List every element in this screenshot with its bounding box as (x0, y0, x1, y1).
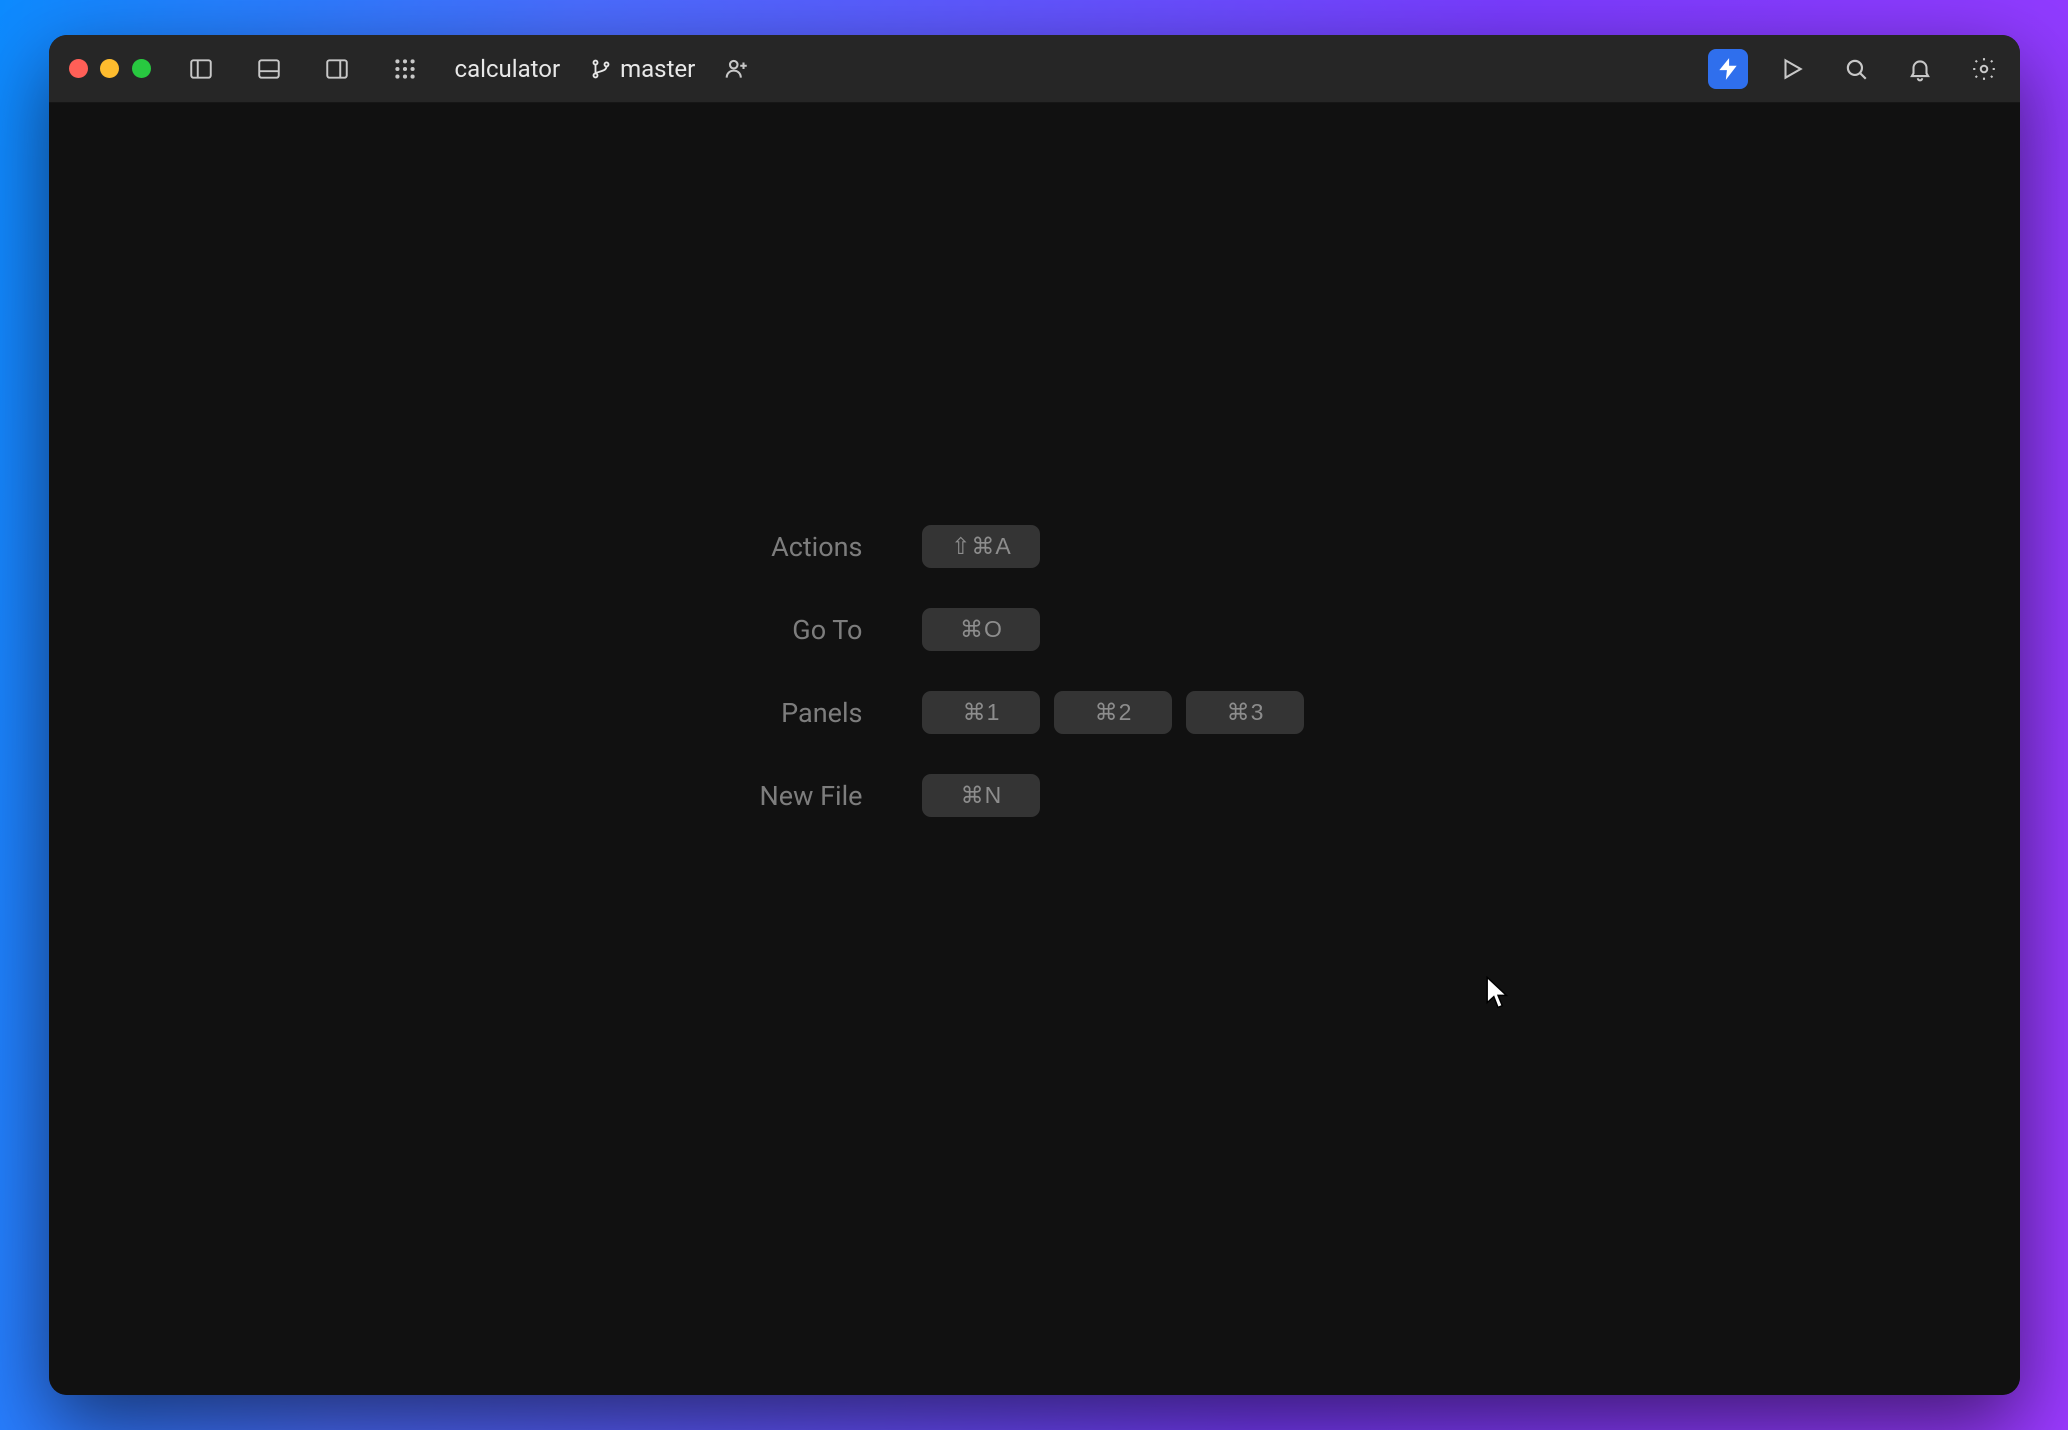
ai-assistant-button[interactable] (1708, 49, 1748, 89)
git-branch-icon (590, 58, 612, 80)
bell-icon (1907, 56, 1933, 82)
minimize-window-button[interactable] (100, 59, 119, 78)
shortcut-label-panels: Panels (760, 697, 863, 729)
run-button[interactable] (1772, 49, 1812, 89)
project-name[interactable]: calculator (455, 55, 561, 83)
shortcut-keys-panels: ⌘1 ⌘2 ⌘3 (922, 691, 1304, 734)
branch-name: master (620, 55, 695, 83)
shortcut-label-actions: Actions (760, 531, 863, 563)
git-branch-selector[interactable]: master (590, 55, 695, 83)
welcome-shortcuts: Actions ⇧⌘A Go To ⌘O Panels ⌘1 ⌘2 ⌘3 New… (760, 525, 1305, 817)
zoom-window-button[interactable] (132, 59, 151, 78)
window-controls (69, 59, 151, 78)
app-launcher-button[interactable] (385, 49, 425, 89)
panel-left-icon (188, 56, 214, 82)
panel-bottom-icon (256, 56, 282, 82)
shortcut-key: ⇧⌘A (922, 525, 1040, 568)
shortcut-keys-goto: ⌘O (922, 608, 1304, 651)
shortcut-key: ⌘1 (922, 691, 1040, 734)
gear-icon (1971, 56, 1997, 82)
toolbar-right (1708, 49, 2004, 89)
shortcut-keys-actions: ⇧⌘A (922, 525, 1304, 568)
titlebar: calculator master (49, 35, 2020, 103)
app-window: calculator master (49, 35, 2020, 1395)
panel-toggle-group (181, 49, 425, 89)
shortcut-label-goto: Go To (760, 614, 863, 646)
shortcut-key: ⌘3 (1186, 691, 1304, 734)
search-button[interactable] (1836, 49, 1876, 89)
right-panel-toggle[interactable] (317, 49, 357, 89)
shortcut-key: ⌘N (922, 774, 1040, 817)
shortcut-keys-newfile: ⌘N (922, 774, 1304, 817)
play-icon (1779, 56, 1805, 82)
grid-icon (392, 56, 418, 82)
shortcut-label-newfile: New File (760, 780, 863, 812)
shortcut-key: ⌘O (922, 608, 1040, 651)
close-window-button[interactable] (69, 59, 88, 78)
settings-button[interactable] (1964, 49, 2004, 89)
mouse-cursor-icon (1486, 976, 1510, 1010)
user-plus-icon (724, 56, 750, 82)
bolt-icon (1715, 56, 1741, 82)
panel-right-icon (324, 56, 350, 82)
editor-area: Actions ⇧⌘A Go To ⌘O Panels ⌘1 ⌘2 ⌘3 New… (49, 103, 2020, 1395)
bottom-panel-toggle[interactable] (249, 49, 289, 89)
left-panel-toggle[interactable] (181, 49, 221, 89)
notifications-button[interactable] (1900, 49, 1940, 89)
shortcut-key: ⌘2 (1054, 691, 1172, 734)
add-collaborator-button[interactable] (717, 49, 757, 89)
search-icon (1843, 56, 1869, 82)
